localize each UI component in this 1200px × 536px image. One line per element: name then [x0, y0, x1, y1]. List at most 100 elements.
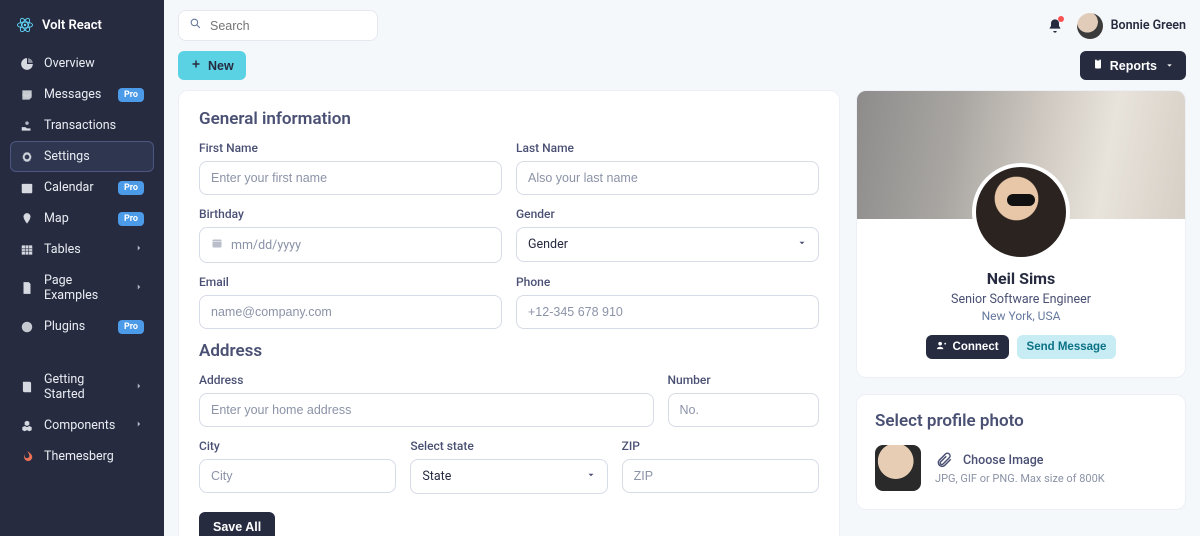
chevron-right-icon — [134, 418, 144, 433]
last-name-label: Last Name — [516, 141, 819, 155]
paperclip-icon — [935, 451, 953, 469]
birthday-group: Birthday mm/dd/yyyy — [199, 207, 502, 263]
zip-field[interactable] — [622, 459, 819, 493]
send-message-button[interactable]: Send Message — [1017, 335, 1117, 359]
sidebar-item-components[interactable]: Components — [10, 410, 154, 441]
photo-heading: Select profile photo — [875, 411, 1167, 431]
phone-group: Phone — [516, 275, 819, 329]
chevron-down-icon — [797, 237, 807, 252]
phone-label: Phone — [516, 275, 819, 289]
sidebar-item-label: Page Examples — [44, 273, 124, 303]
sidebar-item-plugins[interactable]: Plugins Pro — [10, 311, 154, 342]
choose-image-row[interactable]: Choose Image JPG, GIF or PNG. Max size o… — [875, 445, 1167, 491]
brand[interactable]: Volt React — [10, 12, 154, 48]
number-field[interactable] — [668, 393, 820, 427]
new-button[interactable]: New — [178, 51, 246, 80]
sidebar-item-messages[interactable]: Messages Pro — [10, 79, 154, 110]
sidebar-item-label: Components — [44, 418, 115, 433]
save-all-button[interactable]: Save All — [199, 512, 275, 536]
sidebar-item-transactions[interactable]: Transactions — [10, 110, 154, 141]
email-field[interactable] — [199, 295, 502, 329]
sidebar-item-settings[interactable]: Settings — [10, 141, 154, 172]
city-field[interactable] — [199, 459, 396, 493]
sidebar-item-label: Themesberg — [44, 449, 114, 464]
general-info-card: General information First Name Last Name… — [178, 90, 840, 536]
sidebar-item-getting-started[interactable]: Getting Started — [10, 364, 154, 410]
inbox-icon — [20, 88, 34, 102]
user-name: Bonnie Green — [1111, 18, 1186, 33]
pro-badge: Pro — [118, 320, 144, 334]
sidebar-item-page-examples[interactable]: Page Examples — [10, 265, 154, 311]
main: Bonnie Green New Reports General informa… — [164, 0, 1200, 536]
chevron-right-icon — [134, 281, 144, 296]
birthday-label: Birthday — [199, 207, 502, 221]
fire-icon — [20, 450, 34, 464]
sidebar-item-tables[interactable]: Tables — [10, 234, 154, 265]
connect-button[interactable]: Connect — [926, 335, 1009, 359]
state-label: Select state — [410, 439, 607, 453]
notification-dot-icon — [1058, 16, 1064, 22]
sidebar-item-themesberg[interactable]: Themesberg — [10, 441, 154, 472]
sidebar-item-map[interactable]: Map Pro — [10, 203, 154, 234]
reports-button[interactable]: Reports — [1080, 51, 1186, 80]
city-label: City — [199, 439, 396, 453]
sidebar-item-overview[interactable]: Overview — [10, 48, 154, 79]
city-group: City — [199, 439, 396, 494]
nav-divider — [10, 342, 154, 364]
chevron-down-icon — [586, 469, 596, 484]
address-heading: Address — [199, 341, 819, 361]
sidebar-item-calendar[interactable]: Calendar Pro — [10, 172, 154, 203]
search-icon — [189, 17, 202, 34]
react-logo-icon — [16, 16, 34, 34]
sidebar-item-label: Settings — [44, 149, 90, 164]
gender-placeholder: Gender — [528, 237, 568, 252]
first-name-label: First Name — [199, 141, 502, 155]
choose-image-label: Choose Image — [963, 453, 1043, 468]
pie-chart-icon — [20, 57, 34, 71]
search-box[interactable] — [178, 10, 378, 41]
profile-location: New York, USA — [982, 309, 1061, 323]
gender-group: Gender Gender — [516, 207, 819, 263]
avatar — [1077, 13, 1103, 39]
sidebar-item-label: Tables — [44, 242, 81, 257]
number-group: Number — [668, 373, 820, 427]
notifications-bell[interactable] — [1045, 16, 1065, 36]
content: General information First Name Last Name… — [164, 90, 1200, 536]
birthday-placeholder: mm/dd/yyyy — [231, 238, 301, 253]
action-bar: New Reports — [164, 51, 1200, 90]
gender-select[interactable]: Gender — [516, 227, 819, 262]
zip-group: ZIP — [622, 439, 819, 494]
state-select[interactable]: State — [410, 459, 607, 494]
last-name-group: Last Name — [516, 141, 819, 195]
hand-coin-icon — [20, 119, 34, 133]
sidebar-item-label: Transactions — [44, 118, 116, 133]
address-field[interactable] — [199, 393, 654, 427]
connect-label: Connect — [953, 341, 999, 353]
pro-badge: Pro — [118, 88, 144, 102]
chevron-right-icon — [134, 380, 144, 395]
profile-name: Neil Sims — [987, 269, 1056, 288]
table-icon — [20, 243, 34, 257]
last-name-field[interactable] — [516, 161, 819, 195]
photo-thumbnail — [875, 445, 921, 491]
pro-badge: Pro — [118, 181, 144, 195]
search-input[interactable] — [210, 19, 367, 33]
address-label: Address — [199, 373, 654, 387]
user-plus-icon — [936, 340, 947, 354]
phone-field[interactable] — [516, 295, 819, 329]
gender-label: Gender — [516, 207, 819, 221]
map-pin-icon — [20, 212, 34, 226]
general-heading: General information — [199, 109, 819, 129]
email-label: Email — [199, 275, 502, 289]
state-placeholder: State — [422, 469, 451, 484]
cubes-icon — [20, 419, 34, 433]
chevron-right-icon — [134, 242, 144, 257]
sidebar: Volt React Overview Messages Pro Transac… — [0, 0, 164, 536]
profile-avatar — [972, 163, 1070, 261]
birthday-field[interactable]: mm/dd/yyyy — [199, 227, 502, 263]
sidebar-item-label: Getting Started — [44, 372, 124, 402]
first-name-field[interactable] — [199, 161, 502, 195]
sidebar-item-label: Calendar — [44, 180, 94, 195]
email-group: Email — [199, 275, 502, 329]
user-menu[interactable]: Bonnie Green — [1077, 13, 1186, 39]
